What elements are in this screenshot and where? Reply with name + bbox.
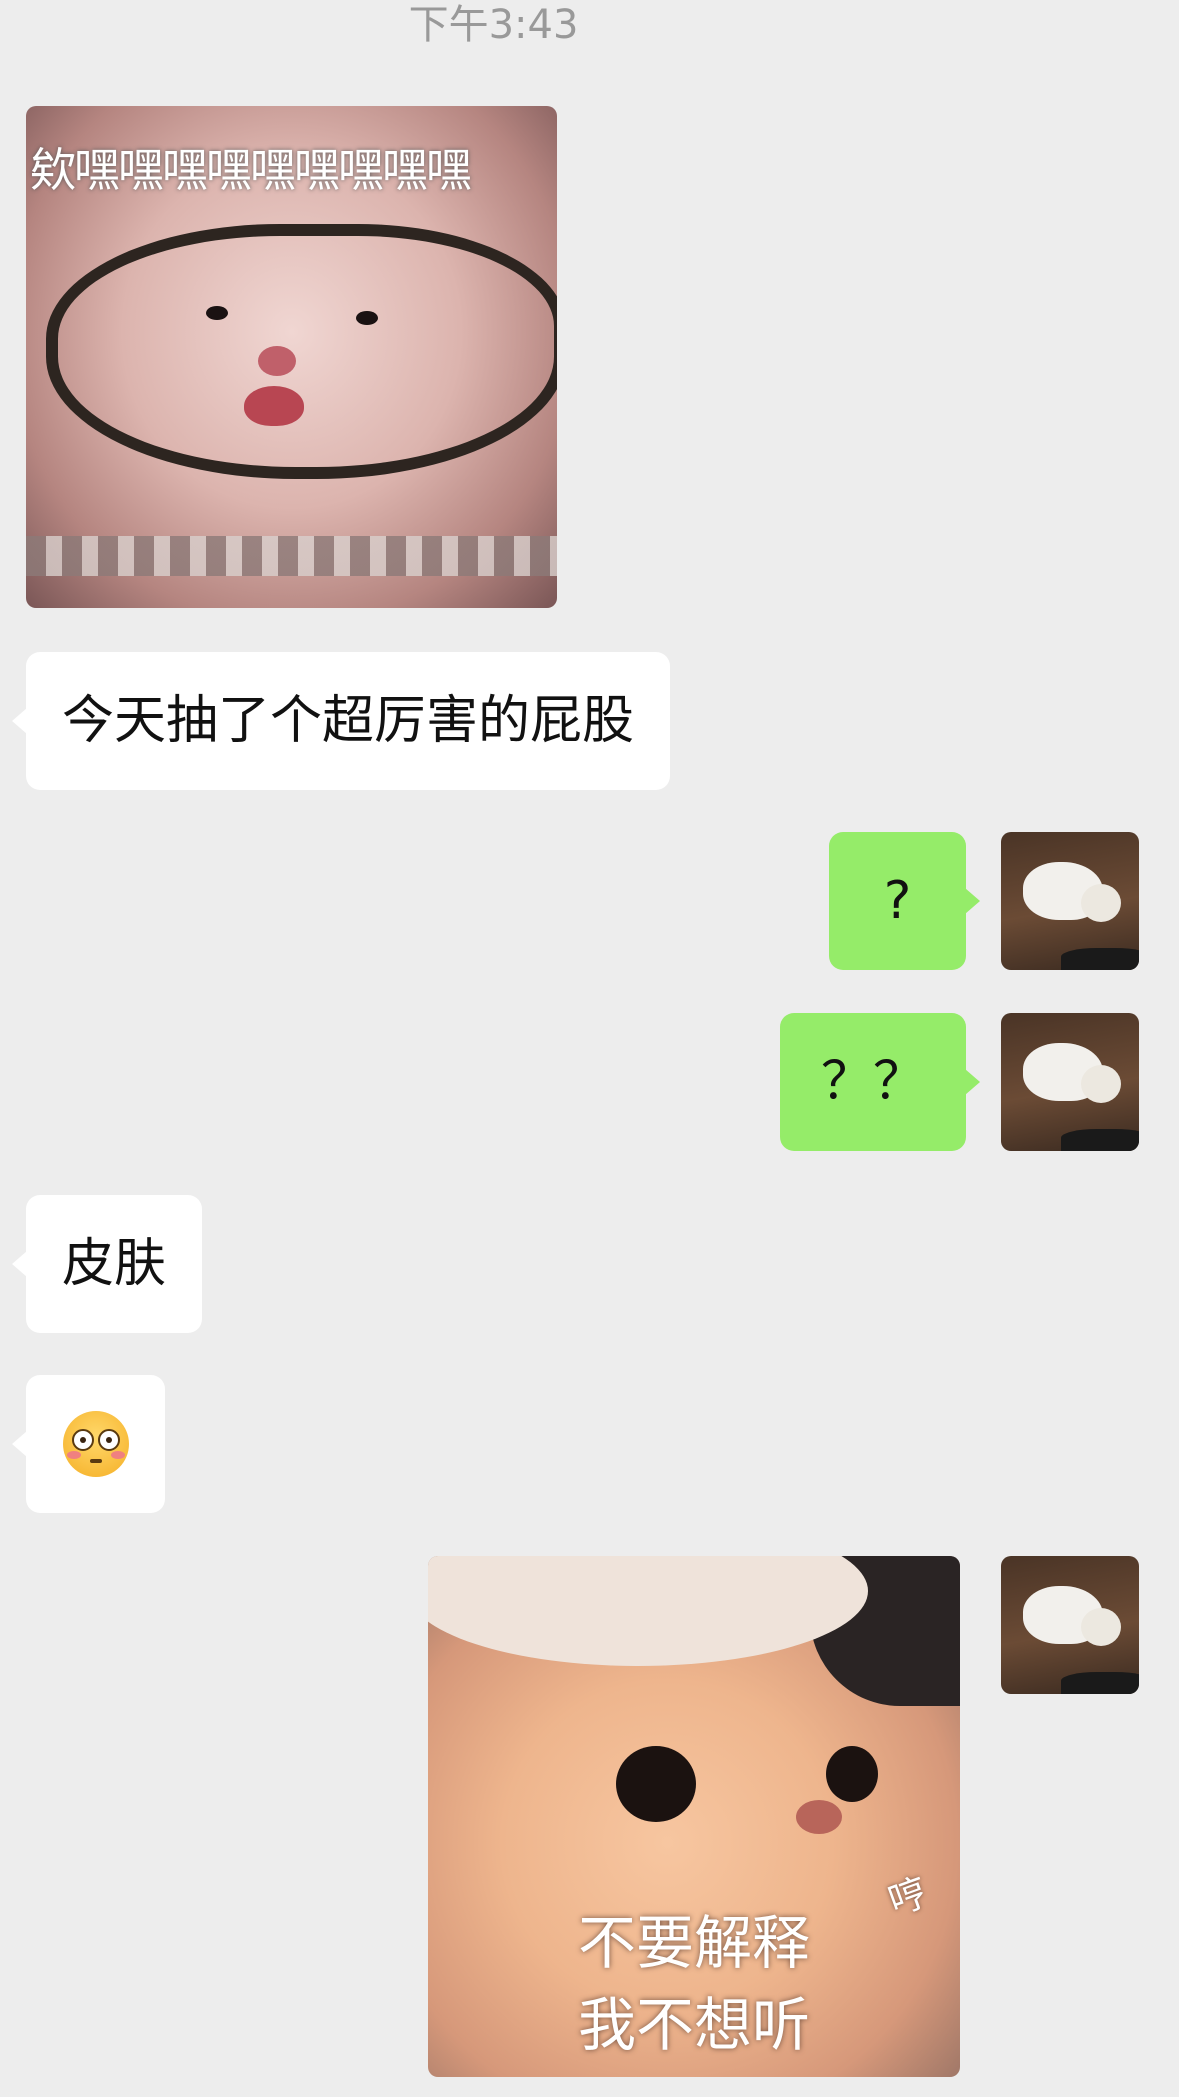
cat-nose xyxy=(796,1800,842,1834)
sticker-fringe xyxy=(26,536,557,576)
flushed-face-icon xyxy=(62,1411,129,1477)
message-bubble-incoming[interactable]: 今天抽了个超厉害的屁股 xyxy=(11,652,671,790)
hamster-nose xyxy=(258,346,296,376)
avatar-cat-head xyxy=(1081,1608,1121,1646)
avatar-cat-head xyxy=(1081,884,1121,922)
avatar[interactable] xyxy=(1001,1556,1139,1694)
message-text: ? xyxy=(883,871,912,931)
message-sticker-cat[interactable]: 哼 不要解释 我不想听 xyxy=(428,1556,960,2077)
message-bubble-outgoing[interactable]: ? xyxy=(829,832,980,970)
cat-eye xyxy=(826,1746,878,1802)
message-text: 皮肤 xyxy=(62,1234,167,1294)
avatar[interactable] xyxy=(1001,832,1139,970)
message-sticker-hamster[interactable]: 欸嘿嘿嘿嘿嘿嘿嘿嘿嘿 xyxy=(26,106,557,608)
avatar-shadow xyxy=(1061,1129,1139,1151)
hamster-mouth xyxy=(244,386,304,426)
hamster-eye xyxy=(206,306,228,320)
sticker-caption-line2: 我不想听 xyxy=(577,1991,810,2059)
sticker-hood xyxy=(428,1556,868,1666)
sticker-caption: 欸嘿嘿嘿嘿嘿嘿嘿嘿嘿 xyxy=(30,143,472,197)
sticker-caption-line1: 不要解释 xyxy=(577,1909,810,1977)
avatar-cat-head xyxy=(1081,1065,1121,1103)
hamster-eye xyxy=(356,311,378,325)
message-bubble-outgoing[interactable]: ？？ xyxy=(780,1013,980,1151)
message-bubble-incoming[interactable] xyxy=(12,1375,165,1513)
glasses-shape xyxy=(46,224,557,479)
message-bubble-incoming[interactable]: 皮肤 xyxy=(11,1195,203,1333)
avatar[interactable] xyxy=(1001,1013,1139,1151)
message-text: 今天抽了个超厉害的屁股 xyxy=(62,691,635,751)
avatar-shadow xyxy=(1061,1672,1139,1694)
cat-eye xyxy=(616,1746,696,1822)
avatar-shadow xyxy=(1061,948,1139,970)
message-text: ？？ xyxy=(820,1052,925,1112)
chat-timestamp: 下午3:43 xyxy=(408,2,579,48)
